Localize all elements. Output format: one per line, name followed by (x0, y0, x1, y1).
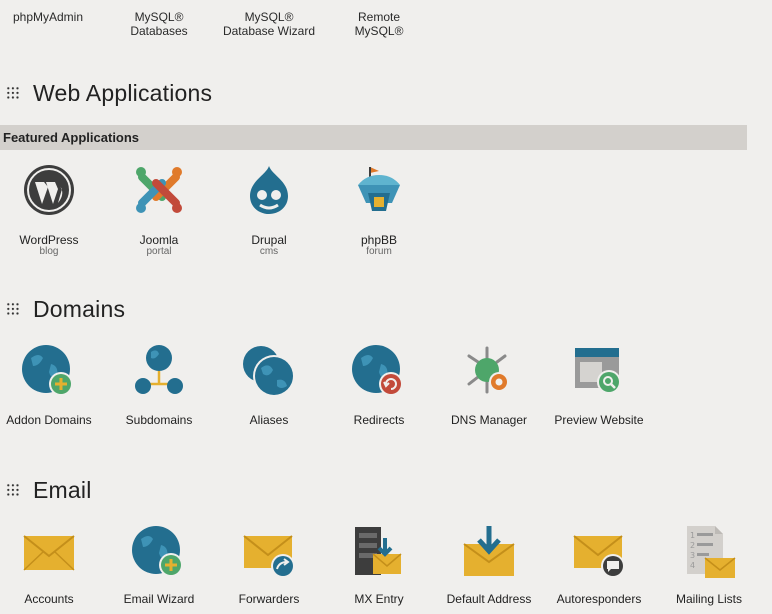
drag-handle-icon[interactable] (6, 86, 20, 100)
envelope-download-icon (463, 526, 515, 576)
app-sublabel: cms (259, 246, 279, 257)
redirects-link[interactable]: Redirects (324, 344, 434, 427)
phpmyadmin-label: phpMyAdmin (12, 10, 84, 24)
wordpress-icon (24, 165, 74, 215)
domain-label: Aliases (249, 413, 289, 427)
remote-mysql-link[interactable]: Remote MySQL® (324, 10, 434, 38)
email-accounts-link[interactable]: Accounts (0, 524, 104, 606)
phpbb-icon (358, 167, 400, 211)
phpbb-app[interactable]: phpBB forum (324, 163, 434, 257)
section-title: Domains (33, 295, 126, 322)
subdomains-icon (135, 345, 183, 394)
app-label: Drupal (251, 233, 287, 247)
svg-text:1: 1 (690, 531, 695, 540)
app-label: WordPress (19, 233, 79, 247)
section-title: Web Applications (33, 79, 213, 106)
drupal-app[interactable]: Drupal cms (214, 163, 324, 257)
mx-entry-link[interactable]: MX Entry (324, 524, 434, 606)
web-applications-header: Web Applications (0, 76, 212, 110)
app-sublabel: portal (146, 246, 172, 257)
domain-label: Preview Website (554, 413, 644, 427)
aliases-icon (243, 346, 295, 397)
mysql-databases-label: MySQL® Databases (130, 10, 188, 38)
section-title: Email (33, 476, 92, 503)
svg-text:4: 4 (690, 561, 695, 570)
domain-label: Addon Domains (6, 413, 92, 427)
mysql-database-wizard-label: MySQL® Database Wizard (222, 10, 316, 38)
addon-domains-link[interactable]: Addon Domains (0, 344, 104, 427)
featured-applications-label: Featured Applications (3, 130, 140, 145)
svg-text:3: 3 (690, 551, 695, 560)
app-label: Joomla (139, 233, 179, 247)
email-wizard-link[interactable]: Email Wizard (104, 524, 214, 606)
email-label: MX Entry (354, 592, 404, 606)
email-label: Autoresponders (556, 592, 642, 606)
globe-redirect-icon (352, 345, 403, 396)
domains-header: Domains (0, 292, 125, 326)
joomla-app[interactable]: Joomla portal (104, 163, 214, 257)
svg-text:2: 2 (690, 541, 695, 550)
email-label: Mailing Lists (675, 592, 743, 606)
subdomains-link[interactable]: Subdomains (104, 344, 214, 427)
forwarders-link[interactable]: Forwarders (214, 524, 324, 606)
email-label: Default Address (446, 592, 532, 606)
mailing-lists-link[interactable]: 1 2 3 4 Mailing Lists (654, 524, 764, 606)
email-header: Email (0, 473, 92, 507)
app-sublabel: forum (366, 246, 392, 257)
mx-entry-icon (355, 527, 402, 575)
joomla-icon (136, 167, 182, 213)
wordpress-app[interactable]: WordPress blog (0, 163, 104, 257)
preview-website-link[interactable]: Preview Website (544, 344, 654, 427)
email-label: Forwarders (238, 592, 300, 606)
drupal-icon (250, 166, 288, 214)
drag-handle-icon[interactable] (6, 483, 20, 497)
mysql-databases-link[interactable]: MySQL® Databases (104, 10, 214, 38)
domain-label: Subdomains (125, 413, 193, 427)
globe-plus-icon (22, 345, 73, 396)
email-label: Accounts (24, 592, 74, 606)
mailing-lists-icon: 1 2 3 4 (687, 526, 736, 578)
envelope-icon (23, 535, 75, 571)
default-address-link[interactable]: Default Address (434, 524, 544, 606)
envelope-chat-icon (573, 535, 625, 578)
autoresponders-link[interactable]: Autoresponders (544, 524, 654, 606)
remote-mysql-label: Remote MySQL® (354, 10, 404, 38)
app-sublabel: blog (39, 246, 59, 257)
drag-handle-icon[interactable] (6, 302, 20, 316)
phpmyadmin-link[interactable]: phpMyAdmin (0, 10, 103, 24)
domain-label: DNS Manager (450, 413, 528, 427)
preview-website-icon (575, 348, 621, 394)
globe-plus-icon (132, 526, 183, 577)
dns-manager-icon (467, 346, 509, 394)
email-label: Email Wizard (123, 592, 195, 606)
featured-applications-bar: Featured Applications (0, 125, 747, 150)
dns-manager-link[interactable]: DNS Manager (434, 344, 544, 427)
envelope-forward-icon (243, 535, 295, 578)
aliases-link[interactable]: Aliases (214, 344, 324, 427)
domain-label: Redirects (353, 413, 405, 427)
mysql-database-wizard-link[interactable]: MySQL® Database Wizard (214, 10, 324, 38)
app-label: phpBB (360, 233, 398, 247)
